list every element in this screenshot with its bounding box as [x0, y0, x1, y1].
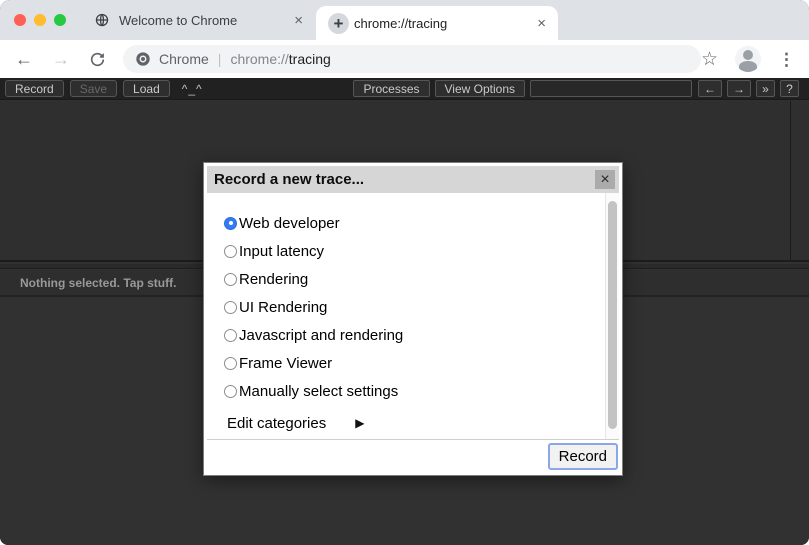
option-label: UI Rendering: [239, 299, 327, 316]
globe-icon: [95, 13, 109, 27]
tab-title: Welcome to Chrome: [119, 13, 237, 28]
option-frame-viewer[interactable]: Frame Viewer: [207, 349, 619, 377]
scrollbar-thumb[interactable]: [608, 201, 617, 429]
address-bar: ← → Chrome | chrome:// tracing ☆: [0, 40, 809, 78]
record-trace-dialog: Record a new trace... × Web developer In…: [203, 162, 623, 476]
bookmark-star-icon[interactable]: ☆: [701, 50, 718, 69]
emoticon-label: ^_^: [182, 82, 203, 96]
find-input[interactable]: [530, 80, 692, 97]
close-tab-icon[interactable]: ×: [537, 16, 546, 31]
tab-strip: Welcome to Chrome × + chrome://tracing ×: [0, 0, 809, 40]
forward-icon: →: [52, 50, 70, 68]
dialog-title: Record a new trace...: [207, 171, 364, 188]
radio-button[interactable]: [224, 357, 237, 370]
chrome-logo-icon: [135, 51, 151, 67]
plus-icon: +: [328, 13, 349, 34]
load-button[interactable]: Load: [123, 80, 170, 97]
option-rendering[interactable]: Rendering: [207, 265, 619, 293]
help-button[interactable]: ?: [780, 80, 799, 97]
radio-button[interactable]: [224, 273, 237, 286]
address-bar-actions: ☆ ⋮: [701, 46, 795, 72]
tab-welcome-to-chrome[interactable]: Welcome to Chrome ×: [85, 0, 313, 40]
tab-chrome-tracing[interactable]: + chrome://tracing ×: [316, 6, 558, 40]
url-host: tracing: [289, 51, 331, 67]
omnibox-divider: |: [218, 51, 222, 67]
profile-avatar-icon[interactable]: [735, 46, 761, 72]
option-label: Manually select settings: [239, 383, 398, 400]
processes-button[interactable]: Processes: [353, 80, 429, 97]
edit-categories-label: Edit categories: [227, 415, 326, 432]
save-button: Save: [70, 80, 117, 97]
option-label: Javascript and rendering: [239, 327, 403, 344]
avatar-body: [739, 61, 757, 72]
view-options-button[interactable]: View Options: [435, 80, 525, 97]
dialog-scrollbar[interactable]: [605, 193, 619, 439]
radio-button[interactable]: [224, 329, 237, 342]
window-controls: [14, 14, 66, 26]
minimize-window-button[interactable]: [34, 14, 46, 26]
dialog-content: Web developer Input latency Rendering UI…: [207, 193, 619, 439]
expand-arrow-icon[interactable]: ▶: [355, 416, 364, 430]
option-label: Web developer: [239, 215, 340, 232]
radio-button[interactable]: [224, 245, 237, 258]
menu-dots-icon[interactable]: ⋮: [778, 51, 795, 68]
status-message: Nothing selected. Tap stuff.: [0, 276, 176, 290]
skip-button[interactable]: »: [756, 80, 775, 97]
site-name: Chrome: [159, 51, 209, 67]
radio-button[interactable]: [224, 385, 237, 398]
tab-title: chrome://tracing: [354, 16, 447, 31]
avatar-head: [743, 50, 753, 60]
omnibox[interactable]: Chrome | chrome:// tracing: [123, 45, 701, 73]
back-icon[interactable]: ←: [15, 50, 33, 68]
find-previous-button[interactable]: ←: [698, 80, 722, 97]
option-input-latency[interactable]: Input latency: [207, 237, 619, 265]
option-manually-select-settings[interactable]: Manually select settings: [207, 377, 619, 405]
option-label: Rendering: [239, 271, 308, 288]
radio-button[interactable]: [224, 301, 237, 314]
find-next-button[interactable]: →: [727, 80, 751, 97]
tracing-toolbar: Record Save Load ^_^ Processes View Opti…: [0, 78, 809, 100]
close-window-button[interactable]: [14, 14, 26, 26]
option-ui-rendering[interactable]: UI Rendering: [207, 293, 619, 321]
dialog-close-icon[interactable]: ×: [595, 170, 615, 189]
reload-icon[interactable]: [89, 51, 106, 68]
option-label: Frame Viewer: [239, 355, 332, 372]
track-right-divider: [790, 101, 791, 260]
dialog-titlebar: Record a new trace... ×: [207, 166, 619, 193]
dialog-footer: Record: [207, 439, 619, 472]
zoom-window-button[interactable]: [54, 14, 66, 26]
edit-categories-row[interactable]: Edit categories ▶: [207, 409, 619, 437]
radio-button[interactable]: [224, 217, 237, 230]
close-tab-icon[interactable]: ×: [294, 13, 303, 28]
url-scheme: chrome://: [230, 51, 288, 67]
dialog-record-button[interactable]: Record: [548, 443, 618, 470]
option-javascript-and-rendering[interactable]: Javascript and rendering: [207, 321, 619, 349]
option-web-developer[interactable]: Web developer: [207, 209, 619, 237]
record-button[interactable]: Record: [5, 80, 64, 97]
browser-window: Welcome to Chrome × + chrome://tracing ×…: [0, 0, 809, 545]
option-label: Input latency: [239, 243, 324, 260]
